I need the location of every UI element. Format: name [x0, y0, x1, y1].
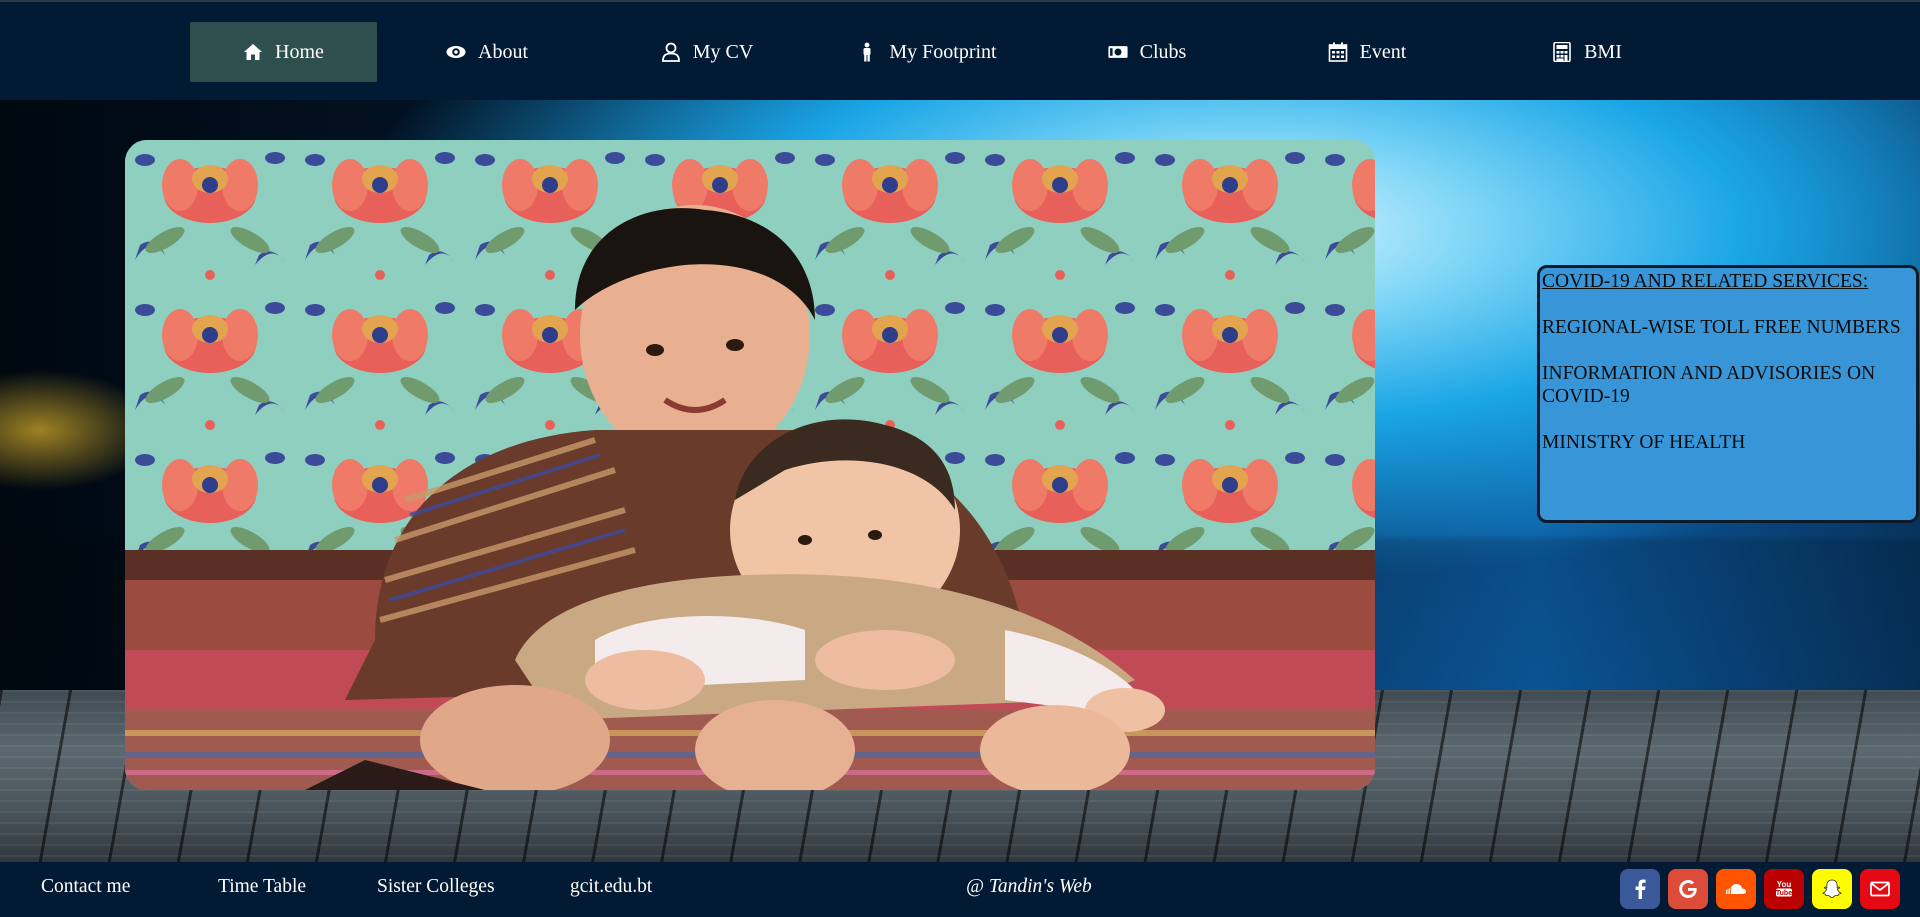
eye-icon [446, 42, 466, 62]
hero-background: COVID-19 AND RELATED SERVICES: REGIONAL-… [0, 100, 1920, 862]
nav-event-label: Event [1359, 40, 1407, 63]
svg-text:Tube: Tube [1776, 890, 1792, 897]
advisories-link[interactable]: INFORMATION AND ADVISORIES ON COVID-19 [1542, 362, 1914, 408]
nav-about-label: About [478, 40, 528, 63]
footer-contact-me[interactable]: Contact me [41, 876, 130, 898]
calculator-icon [1552, 42, 1572, 62]
toll-free-numbers-link[interactable]: REGIONAL-WISE TOLL FREE NUMBERS [1542, 316, 1914, 339]
nav-clubs[interactable]: Clubs [1037, 22, 1257, 82]
mail-icon[interactable] [1860, 869, 1900, 909]
nav-bmi[interactable]: BMI [1477, 22, 1697, 82]
nav-event[interactable]: Event [1257, 22, 1477, 82]
nav-my-cv-label: My CV [692, 40, 754, 63]
covid-services-panel: COVID-19 AND RELATED SERVICES: REGIONAL-… [1537, 265, 1919, 523]
nav-home[interactable]: Home [190, 22, 377, 82]
nav-my-footprint-label: My Footprint [889, 40, 997, 63]
nav-bmi-label: BMI [1584, 40, 1622, 63]
nav-clubs-label: Clubs [1139, 40, 1187, 63]
top-navbar: Home About My CV My Footprint Clubs Even… [0, 0, 1920, 100]
snapchat-icon[interactable] [1812, 869, 1852, 909]
google-icon[interactable] [1668, 869, 1708, 909]
money-icon [1108, 42, 1128, 62]
youtube-icon[interactable]: You Tube [1764, 869, 1804, 909]
site-credit: @ Tandin's Web [966, 876, 1092, 897]
svg-text:You: You [1777, 880, 1792, 889]
nav-about[interactable]: About [377, 22, 597, 82]
facebook-icon[interactable] [1620, 869, 1660, 909]
covid-heading-link[interactable]: COVID-19 AND RELATED SERVICES: [1542, 270, 1914, 293]
calendar-icon [1328, 42, 1348, 62]
nav-my-footprint[interactable]: My Footprint [817, 22, 1037, 82]
hero-photo [125, 140, 1375, 790]
footer-time-table[interactable]: Time Table [218, 876, 306, 898]
home-icon [243, 42, 263, 62]
social-links: You Tube [1620, 869, 1900, 909]
footer-bar: Contact me Time Table Sister Colleges gc… [0, 862, 1920, 917]
ministry-of-health-link[interactable]: MINISTRY OF HEALTH [1542, 431, 1914, 454]
main-nav: Home About My CV My Footprint Clubs Even… [190, 22, 1697, 82]
soundcloud-icon[interactable] [1716, 869, 1756, 909]
nav-my-cv[interactable]: My CV [597, 22, 817, 82]
children-photo-illustration [125, 140, 1375, 790]
user-icon [661, 42, 681, 62]
footer-gcit-link[interactable]: gcit.edu.bt [570, 876, 652, 898]
nav-home-label: Home [275, 40, 324, 63]
person-icon [857, 42, 877, 62]
footer-sister-colleges[interactable]: Sister Colleges [377, 876, 495, 898]
